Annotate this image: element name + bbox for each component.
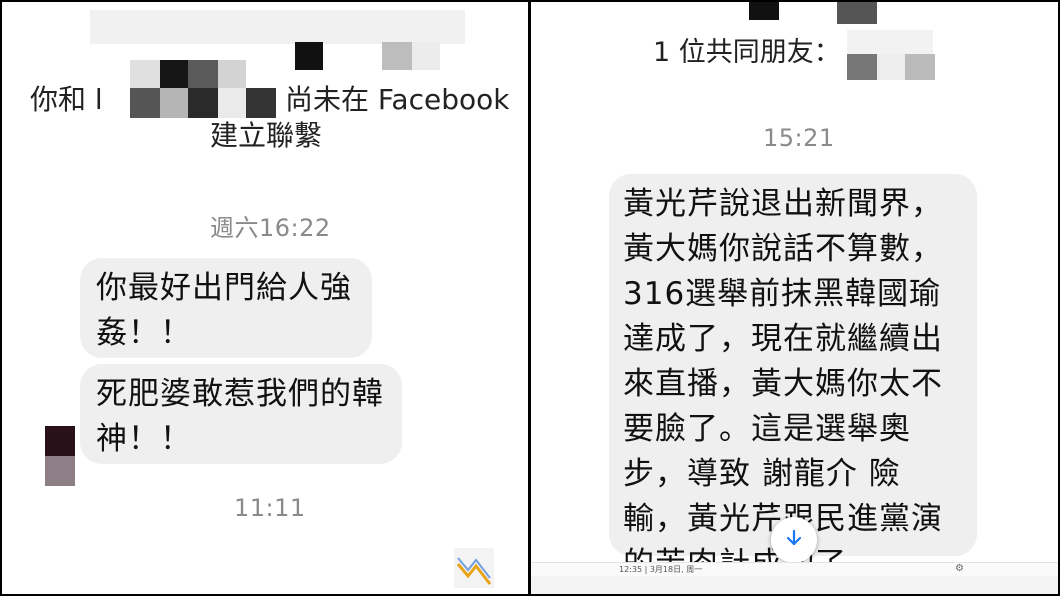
connection-notice-prefix: 你和 l	[30, 83, 103, 116]
left-screenshot-panel: 你和 l 尚未在 Facebook 建立聯繫 週六16:22 你最好出門給人強 …	[2, 2, 528, 594]
timestamp: 週六16:22	[210, 214, 331, 242]
sender-avatar[interactable]	[45, 426, 75, 456]
message-line: 死肥婆敢惹我們的韓	[96, 376, 384, 412]
gear-icon[interactable]: ⚙	[955, 563, 964, 574]
timestamp: 15:21	[763, 124, 835, 152]
connection-notice-suffix: 尚未在 Facebook	[285, 83, 510, 116]
censor-block	[877, 54, 905, 80]
connection-notice-line2: 建立聯繫	[210, 119, 323, 152]
censor-block	[90, 10, 465, 44]
scroll-to-bottom-button[interactable]	[771, 517, 817, 563]
message-line: 來直播，黃大媽你太不	[623, 366, 943, 402]
watermark-logo-icon	[454, 548, 494, 588]
message-line: 達成了，現在就繼續出	[623, 321, 943, 357]
sender-avatar	[45, 456, 75, 486]
censor-block	[130, 60, 160, 88]
message-line: 黃大媽你說話不算數，	[623, 231, 943, 267]
message-line: 你最好出門給人強	[96, 270, 352, 306]
censor-block	[847, 54, 877, 80]
censor-block	[412, 42, 440, 70]
censor-block	[295, 42, 323, 70]
message-line: 姦！！	[96, 315, 192, 351]
censor-block	[130, 88, 160, 118]
censor-block	[847, 30, 933, 54]
censor-block	[837, 2, 877, 24]
censor-block	[160, 60, 188, 88]
message-line: 神！！	[96, 421, 192, 457]
message-line: 要臉了。這是選舉奧	[623, 411, 911, 447]
censor-block	[160, 88, 188, 118]
censor-block	[749, 2, 779, 20]
message-bubble[interactable]: 黃光芹說退出新聞界， 黃大媽你說話不算數， 316選舉前抹黑韓國瑜 達成了，現在…	[609, 174, 977, 582]
status-bar-text: 12:35 | 3月18日, 周一	[619, 565, 703, 574]
censor-block	[218, 60, 246, 88]
message-bubble[interactable]: 你最好出門給人強 姦！！	[80, 258, 372, 358]
message-line: 316選舉前抹黑韓國瑜	[623, 276, 942, 312]
message-line: 黃光芹說退出新聞界，	[623, 186, 943, 222]
censor-block	[905, 54, 935, 80]
message-bubble[interactable]: 死肥婆敢惹我們的韓 神！！	[80, 364, 402, 464]
censor-block	[382, 42, 412, 70]
status-strip: 12:35 | 3月18日, 周一 ⚙	[531, 562, 1058, 577]
bottom-bar	[531, 576, 1058, 594]
right-screenshot-panel: 1 位共同朋友： 15:21 黃光芹說退出新聞界， 黃大媽你說話不算數， 316…	[531, 2, 1058, 594]
mutual-friends-label: 1 位共同朋友：	[653, 37, 841, 68]
message-line: 步，導致 謝龍介 險	[623, 456, 901, 492]
arrow-down-icon	[784, 528, 804, 552]
timestamp: 11:11	[234, 494, 306, 522]
censor-block	[188, 60, 218, 88]
